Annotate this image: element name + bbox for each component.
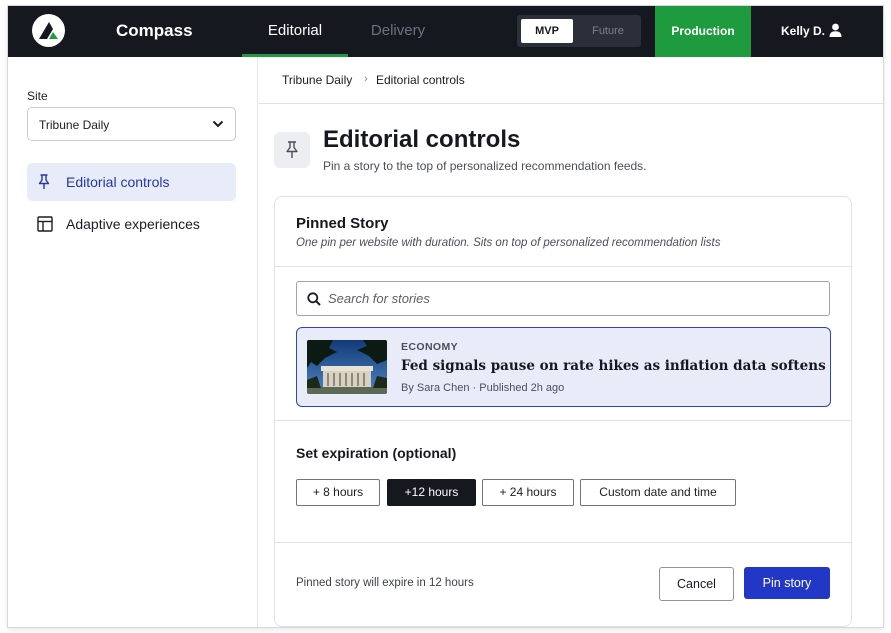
divider xyxy=(275,266,851,267)
breadcrumb: Tribune Daily › Editorial controls xyxy=(259,57,883,104)
pinned-story-card: Pinned Story One pin per website with du… xyxy=(274,196,852,627)
page-title: Editorial controls xyxy=(323,126,521,153)
sidebar-item-label: Adaptive experiences xyxy=(66,216,200,232)
brand-name: Compass xyxy=(116,21,193,40)
cancel-button[interactable]: Cancel xyxy=(659,567,734,601)
expiration-option-12-hours[interactable]: +12 hours xyxy=(387,479,476,506)
story-headline: Fed signals pause on rate hikes as infla… xyxy=(401,358,826,374)
tab-editorial[interactable]: Editorial xyxy=(242,6,348,57)
story-category: ECONOMY xyxy=(401,341,459,353)
pin-story-button[interactable]: Pin story xyxy=(744,567,830,599)
env-option-future[interactable]: Future xyxy=(579,19,637,43)
layout-icon xyxy=(37,216,53,232)
breadcrumb-site[interactable]: Tribune Daily xyxy=(282,73,352,87)
expiration-option-custom[interactable]: Custom date and time xyxy=(580,479,736,506)
production-button[interactable]: Production xyxy=(655,6,751,57)
card-description: One pin per website with duration. Sits … xyxy=(296,237,721,249)
page-subtitle: Pin a story to the top of personalized r… xyxy=(323,159,647,173)
selected-story-item[interactable]: ECONOMY Fed signals pause on rate hikes … xyxy=(296,327,831,407)
divider xyxy=(275,542,851,543)
card-title: Pinned Story xyxy=(296,215,389,232)
search-input[interactable]: Search for stories xyxy=(296,281,830,316)
tab-delivery[interactable]: Delivery xyxy=(358,6,438,57)
story-byline: By Sara Chen · Published 2h ago xyxy=(401,382,565,394)
site-select[interactable]: Tribune Daily xyxy=(27,107,236,141)
search-placeholder: Search for stories xyxy=(328,291,430,306)
environment-toggle: MVP Future xyxy=(517,15,641,47)
sidebar-item-adaptive-experiences[interactable]: Adaptive experiences xyxy=(27,205,236,243)
compass-logo-icon[interactable] xyxy=(32,14,65,47)
divider xyxy=(275,420,851,421)
top-navigation-bar: Compass Editorial Delivery MVP Future Pr… xyxy=(8,6,883,57)
pin-icon xyxy=(38,174,50,189)
search-icon xyxy=(307,292,321,306)
breadcrumb-separator: › xyxy=(364,73,368,85)
expiration-title: Set expiration (optional) xyxy=(296,445,457,461)
user-menu[interactable]: Kelly D. xyxy=(764,6,874,57)
sidebar-item-label: Editorial controls xyxy=(66,174,170,190)
story-thumbnail xyxy=(307,340,387,394)
sidebar: Site Tribune Daily Editorial controls Ad… xyxy=(8,57,258,627)
user-icon xyxy=(829,23,842,37)
breadcrumb-current: Editorial controls xyxy=(376,73,465,87)
user-name: Kelly D. xyxy=(781,24,826,38)
pin-icon xyxy=(286,141,298,158)
site-select-value: Tribune Daily xyxy=(39,118,110,132)
expiration-option-24-hours[interactable]: + 24 hours xyxy=(482,479,574,506)
sidebar-item-editorial-controls[interactable]: Editorial controls xyxy=(27,163,236,201)
page-header-pin-icon xyxy=(274,132,310,168)
chevron-down-icon xyxy=(212,120,224,128)
site-label: Site xyxy=(27,89,48,103)
expiration-option-8-hours[interactable]: + 8 hours xyxy=(296,479,380,506)
env-option-mvp[interactable]: MVP xyxy=(521,19,573,43)
expiration-status-text: Pinned story will expire in 12 hours xyxy=(296,577,474,589)
